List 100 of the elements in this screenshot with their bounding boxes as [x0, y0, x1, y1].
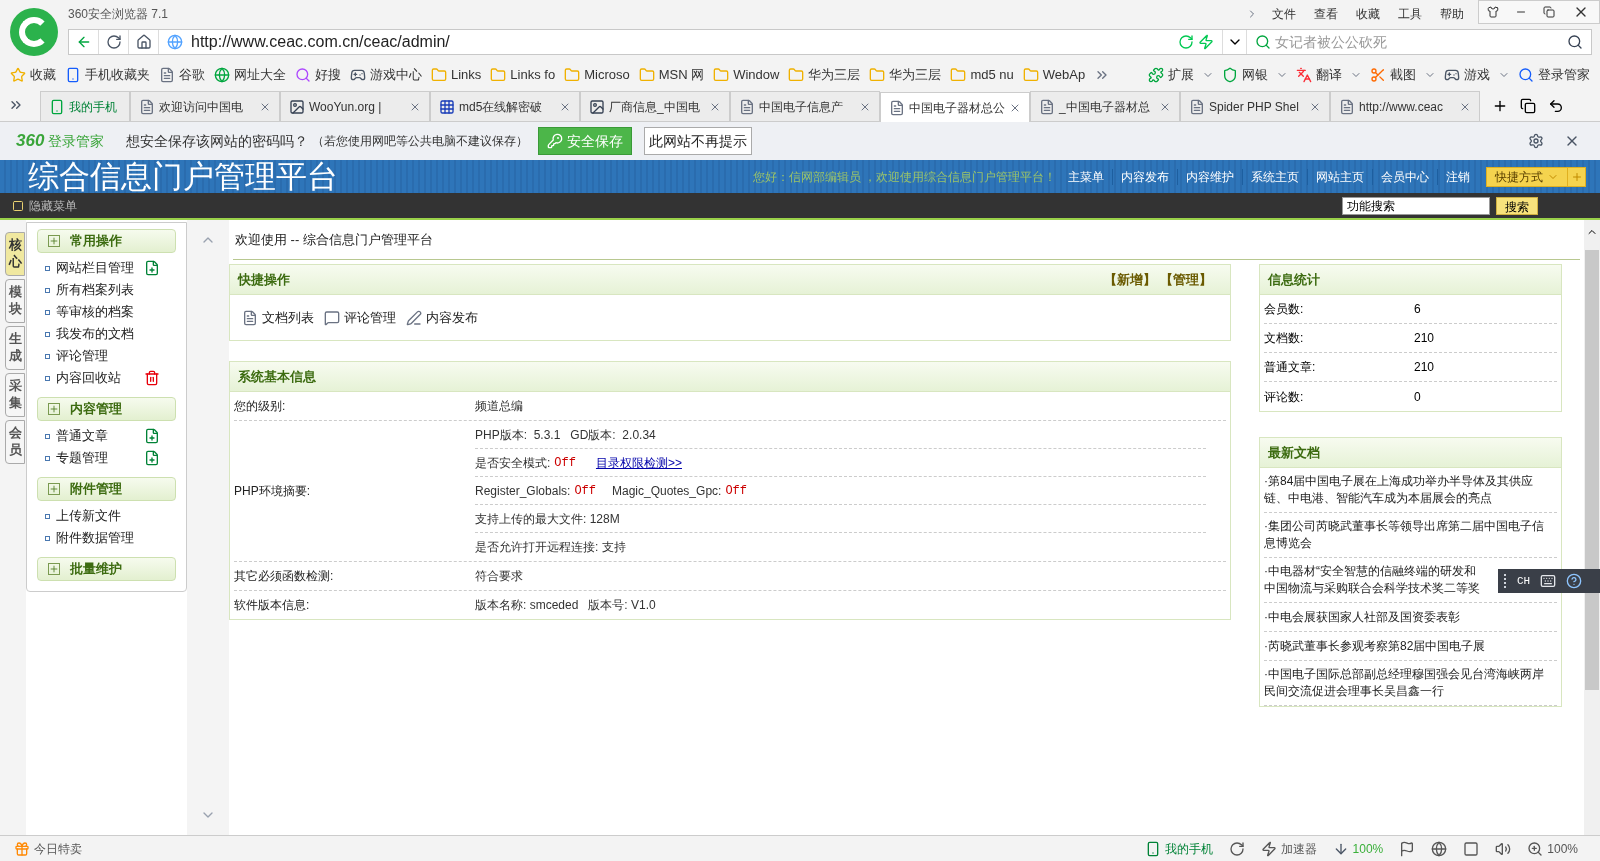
menu-link[interactable]: 等审核的档案	[56, 302, 142, 322]
bookmark-item[interactable]: 收藏	[10, 65, 56, 85]
toolbar-item[interactable]: 网银	[1222, 65, 1288, 85]
quick-link[interactable]: 文档列表	[262, 307, 314, 328]
menu-item[interactable]: 帮助	[1436, 5, 1468, 23]
menu-group-header[interactable]: 附件管理	[37, 477, 176, 501]
browser-tab[interactable]: 欢迎访问中国电	[130, 91, 280, 121]
bookmark-item[interactable]: Microso	[564, 65, 630, 85]
toolbar-item[interactable]: 截图	[1370, 65, 1436, 85]
menu-link[interactable]: 我发布的文档	[56, 324, 142, 344]
bookmark-item[interactable]: Links fo	[490, 65, 556, 85]
news-link[interactable]: ·芮晓武董事长参观考察第82届中国电子展	[1264, 637, 1486, 655]
menu-item[interactable]: 收藏	[1352, 5, 1384, 23]
browser-tab[interactable]: 中国电子器材总公	[880, 92, 1030, 122]
settings-button[interactable]	[1528, 133, 1544, 149]
quick-link[interactable]: 内容发布	[426, 307, 478, 328]
menu-link[interactable]: 附件数据管理	[56, 528, 142, 548]
tab-list-button[interactable]	[1520, 98, 1536, 114]
menu-link[interactable]: 专题管理	[56, 448, 142, 468]
bookmark-item[interactable]: 手机收藏夹	[65, 65, 150, 85]
shortcut-button[interactable]: 快捷方式	[1486, 166, 1568, 187]
browser-tab[interactable]: 我的手机	[40, 91, 130, 121]
news-link[interactable]: ·中国电子国际总部副总经理穆国强会见台湾海峡两岸 民间交流促进会理事长吴昌鑫一行	[1264, 666, 1544, 700]
side-tab[interactable]: 生成	[5, 326, 25, 370]
search-input[interactable]: 女记者被公公砍死	[1275, 31, 1567, 53]
never-prompt-button[interactable]: 此网站不再提示	[644, 127, 753, 155]
new-tab-button[interactable]	[1492, 98, 1508, 114]
phone-link[interactable]: 我的手机	[1144, 839, 1213, 858]
menu-item[interactable]: 文件	[1268, 5, 1300, 23]
accelerator-button[interactable]: 加速器	[1260, 839, 1317, 858]
nav-link[interactable]: 网站主页	[1316, 167, 1364, 186]
side-tab[interactable]: 核心	[5, 232, 25, 276]
nav-link[interactable]: 内容发布	[1121, 167, 1169, 186]
browser-tab[interactable]: WooYun.org |	[280, 91, 430, 121]
nav-link[interactable]: 注销	[1446, 167, 1470, 186]
news-link[interactable]: ·第84届中国电子展在上海成功举办半导体及其供应 链、中电港、智能汽车成为本届展会的亮点	[1264, 473, 1534, 507]
browser-tab[interactable]: _中国电子器材总	[1030, 91, 1180, 121]
hide-menu-button[interactable]: 隐藏菜单	[29, 196, 77, 215]
toolbar-item[interactable]: 游戏	[1444, 65, 1510, 85]
menu-group-header[interactable]: 内容管理	[37, 397, 176, 421]
menu-item[interactable]: 工具	[1394, 5, 1426, 23]
menu-link[interactable]: 上传新文件	[56, 506, 142, 526]
bookmark-item[interactable]: md5 nu	[950, 65, 1014, 85]
bookmark-item[interactable]: WebAp	[1022, 65, 1086, 85]
nav-link[interactable]: 主菜单	[1068, 167, 1104, 186]
bookmark-item[interactable]: MSN 网	[638, 65, 705, 85]
panel-action-link[interactable]: 【管理】	[1160, 269, 1212, 290]
menu-link[interactable]: 评论管理	[56, 346, 142, 366]
bookmark-item[interactable]: 华为三层	[869, 65, 942, 85]
side-tab[interactable]: 采集	[5, 373, 25, 417]
zoom-level[interactable]: 100%	[1527, 839, 1578, 858]
address-field[interactable]: http://www.ceac.com.cn/ceac/admin/	[191, 30, 1178, 54]
undo-close-button[interactable]	[1548, 98, 1564, 114]
flag-icon	[1399, 840, 1416, 857]
nav-link[interactable]: 会员中心	[1381, 167, 1429, 186]
nav-link[interactable]: 内容维护	[1186, 167, 1234, 186]
search-button[interactable]: 搜索	[1496, 196, 1538, 215]
bookmark-item[interactable]: 网址大全	[214, 65, 286, 85]
menu-group-header[interactable]: 批量维护	[37, 557, 176, 581]
ime-language[interactable]: CH	[1517, 572, 1531, 590]
toolbar-item[interactable]: 登录管家	[1518, 65, 1590, 85]
toolbar-item[interactable]: 翻译	[1296, 65, 1362, 85]
ime-toolbar[interactable]: CH	[1498, 569, 1600, 593]
bookmark-item[interactable]: 谷歌	[159, 65, 205, 85]
function-search-field[interactable]: 功能搜索	[1342, 196, 1490, 215]
menu-item[interactable]: 查看	[1310, 5, 1342, 23]
panel-action-link[interactable]: 【新增】	[1104, 269, 1156, 290]
status-text[interactable]: 今日特卖	[34, 839, 82, 858]
browser-tab[interactable]: md5在线解密破	[430, 91, 580, 121]
side-tab[interactable]: 模块	[5, 279, 25, 323]
quick-link[interactable]: 评论管理	[344, 307, 396, 328]
news-link[interactable]: ·中电会展获国家人社部及国资委表彰	[1264, 608, 1460, 626]
browser-tab[interactable]: Spider PHP Shel	[1180, 91, 1330, 121]
news-link[interactable]: ·集团公司芮晓武董事长等领导出席第二届中国电子信 息博览会	[1264, 518, 1544, 552]
menu-link[interactable]: 普通文章	[56, 426, 142, 446]
add-shortcut-button[interactable]	[1568, 166, 1586, 187]
bookmark-item[interactable]: 华为三层	[788, 65, 861, 85]
scrollbar[interactable]	[1584, 220, 1600, 835]
info-label: 您的级别:	[234, 398, 286, 415]
undo-icon	[1548, 98, 1564, 114]
address-bar[interactable]: http://www.ceac.com.cn/ceac/admin/ 女记者被公公砍死	[68, 29, 1592, 55]
search-field[interactable]: 女记者被公公砍死	[1246, 30, 1591, 54]
bookmark-item[interactable]: 游戏中心	[350, 65, 422, 85]
menu-link[interactable]: 网站栏目管理	[56, 258, 142, 278]
menu-link[interactable]: 所有档案列表	[56, 280, 142, 300]
bookmark-item[interactable]: Links	[431, 65, 482, 85]
menu-group-header[interactable]: 常用操作	[37, 229, 176, 253]
toolbar-item[interactable]: 扩展	[1148, 65, 1214, 85]
nav-link[interactable]: 系统主页	[1251, 167, 1299, 186]
permission-check-link[interactable]: 目录权限检测>>	[595, 453, 682, 472]
phone-icon	[65, 67, 81, 83]
bookmark-item[interactable]: 好搜	[295, 65, 341, 85]
news-link[interactable]: ·中电器材“安全智慧的信融终端的研发和 中国物流与采购联合会科学技术奖二等奖	[1264, 563, 1480, 597]
bookmark-item[interactable]: Window	[713, 65, 780, 85]
browser-tab[interactable]: 厂商信息_中国电	[580, 91, 730, 121]
menu-link[interactable]: 内容回收站	[56, 368, 142, 388]
browser-tab[interactable]: 中国电子信息产	[730, 91, 880, 121]
panel-title: 系统基本信息	[238, 367, 316, 386]
side-tab[interactable]: 会员	[5, 420, 25, 464]
browser-tab[interactable]: http://www.ceac	[1330, 91, 1480, 121]
